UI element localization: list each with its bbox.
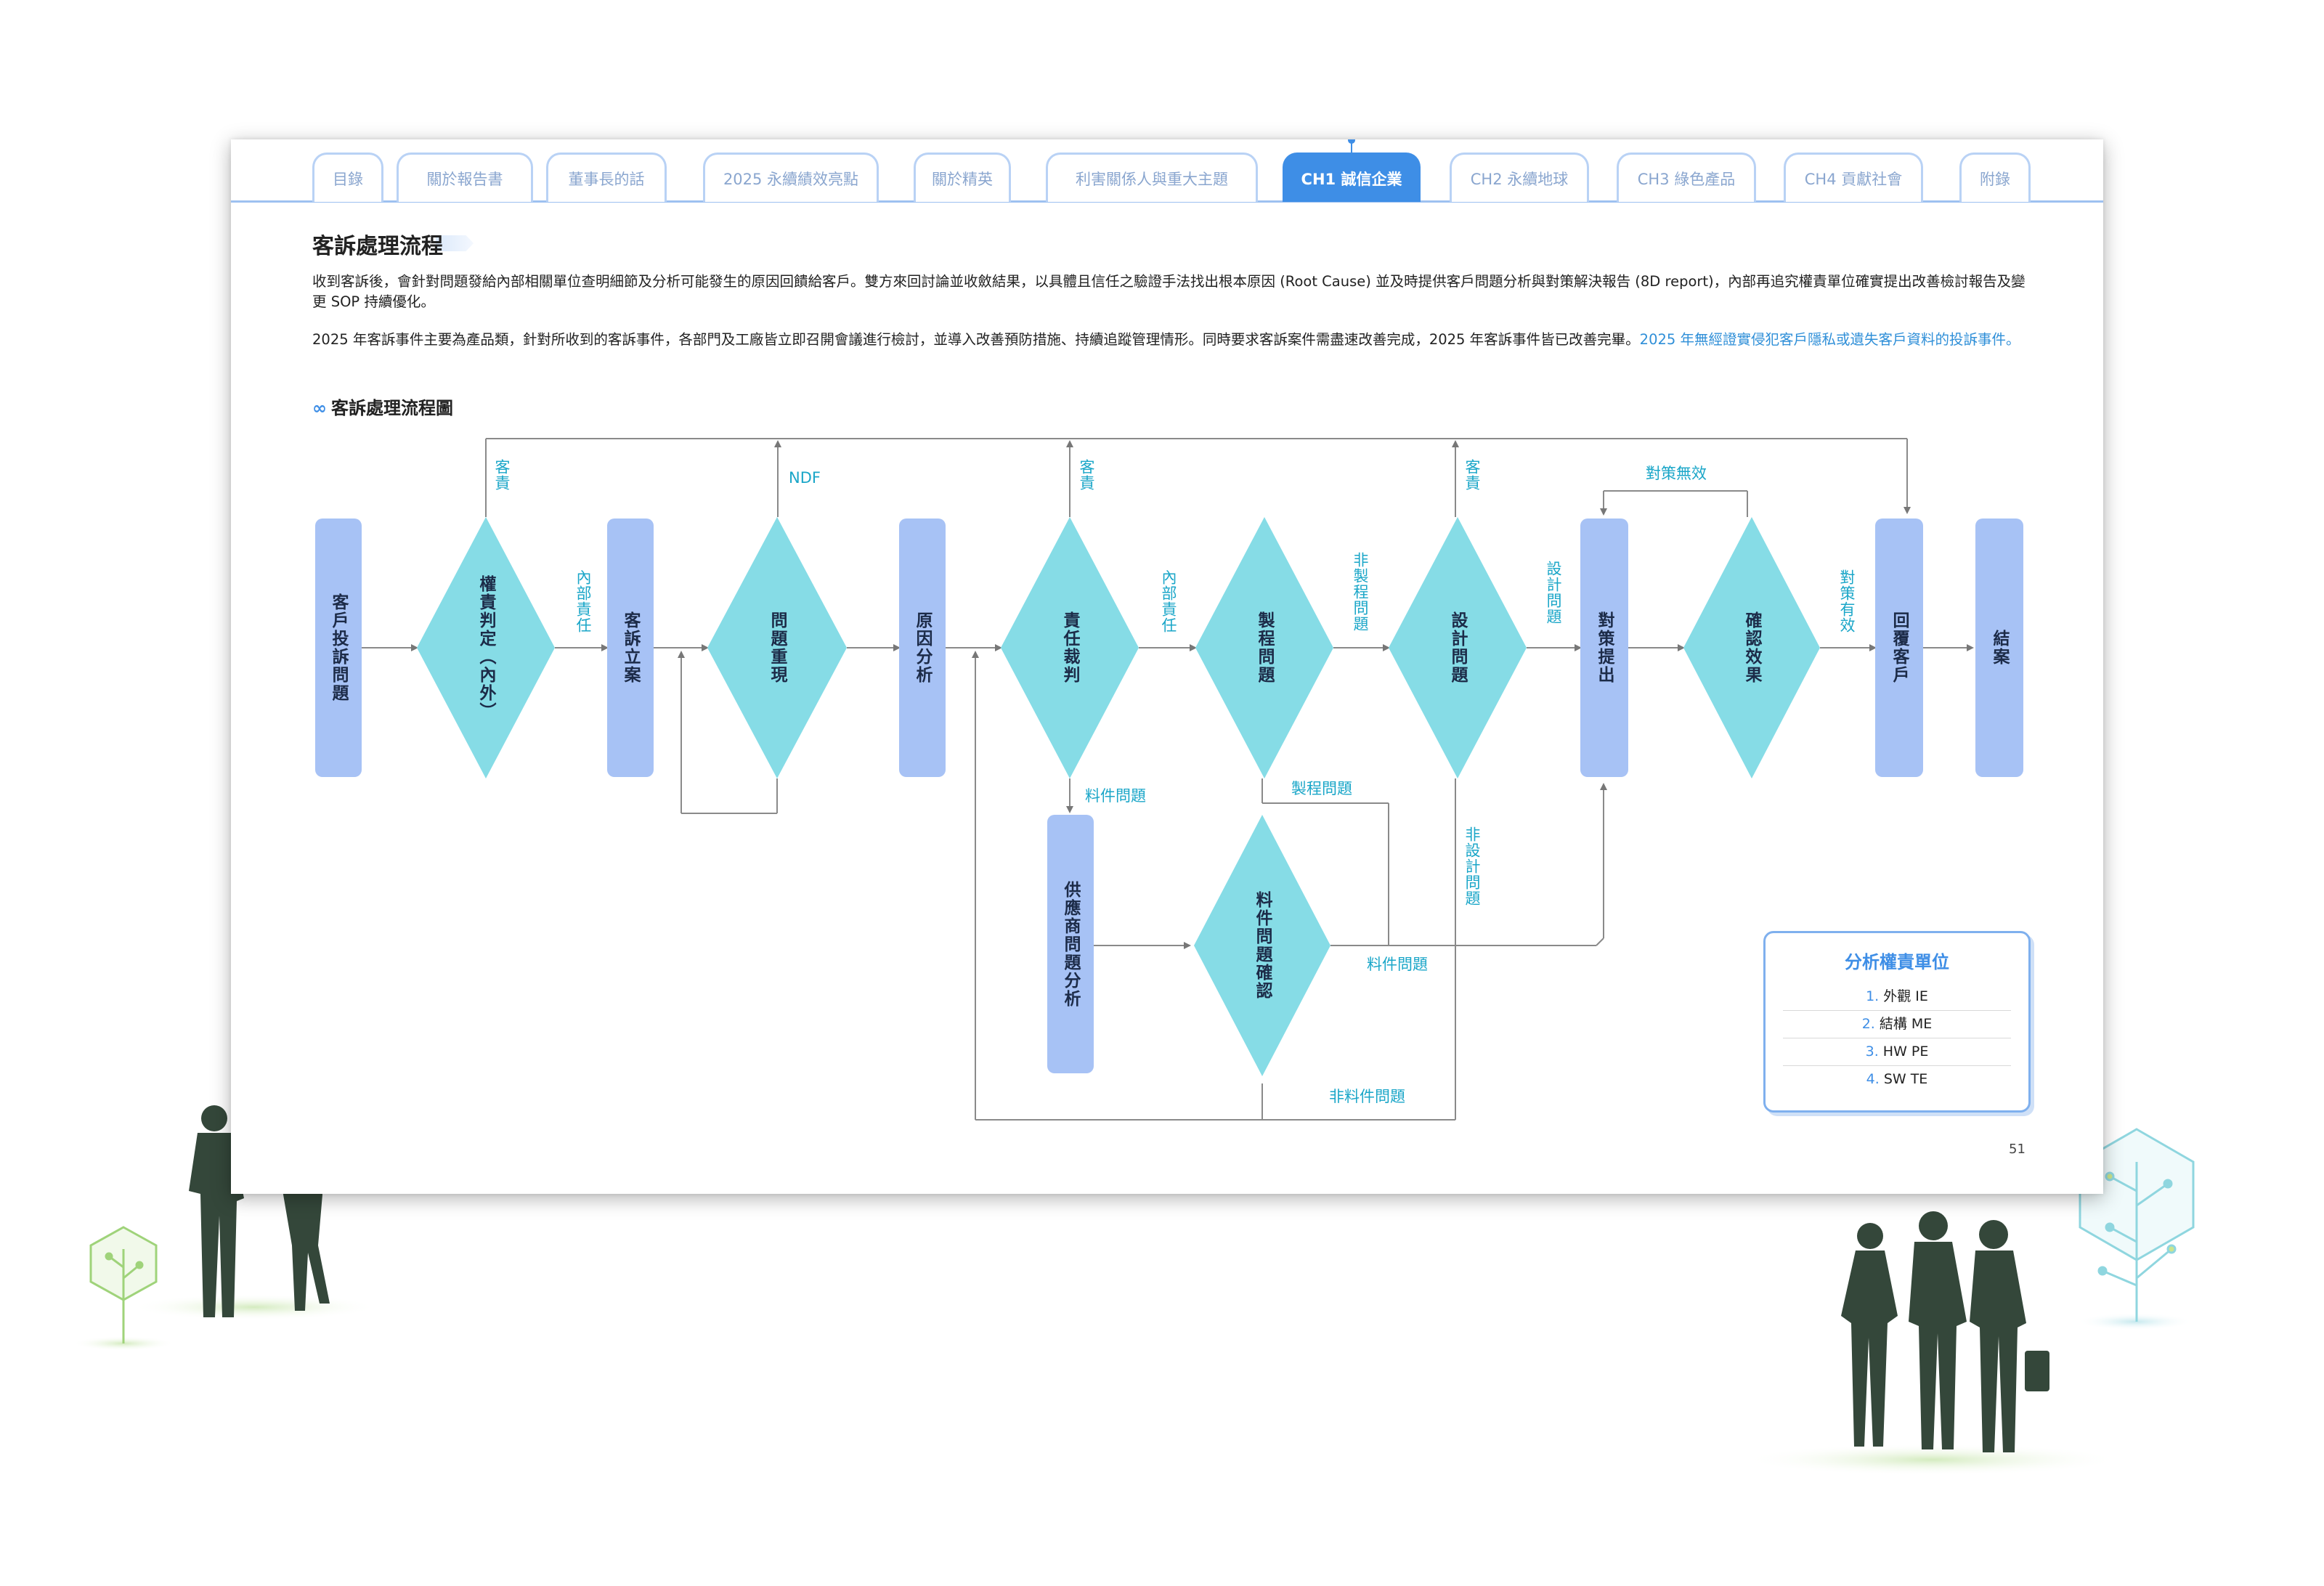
responsibility-legend: 分析權責單位 1. 外觀 IE 2. 結構 ME 3. HW PE 4. SW TE [1763,931,2031,1113]
legend-item: 3. HW PE [1783,1038,2011,1066]
legend-item-number: 3. [1865,1044,1879,1060]
box-countermeasure: 對策提出 [1580,518,1628,777]
label-design-issue: 設計問題 [1448,611,1467,684]
label-effective: 對策有效 [1838,569,1856,633]
box-case-filing: 客訴立案 [607,518,654,777]
label-design-problem: 設計問題 [1545,561,1562,625]
label-customer-resp-2: 客責 [1078,459,1095,491]
label-non-design: 非設計問題 [1463,826,1481,906]
label-process-issue: 製程問題 [1255,611,1274,684]
label-material-confirm: 料件問題確認 [1253,891,1272,1000]
legend-item-number: 2. [1861,1016,1875,1032]
label-responsibility: 權責判定（內外） [476,575,495,720]
tree-icon-left [89,1226,158,1343]
label-material-issue-2: 料件問題 [1367,956,1428,973]
label-material-issue: 料件問題 [1085,787,1146,805]
legend-item-number: 1. [1866,988,1880,1004]
legend-item-label: 外觀 IE [1883,988,1928,1004]
label-ineffective: 對策無效 [1646,465,1707,482]
label-ndf: NDF [789,469,821,487]
label-process-problem: 製程問題 [1291,780,1352,797]
label-reproduce: 問題重現 [768,611,787,684]
label-customer-resp-3: 客責 [1463,459,1481,491]
label-internal-resp-1: 內部責任 [574,569,592,633]
label-non-material: 非料件問題 [1329,1088,1405,1105]
label-customer-resp-1: 客責 [493,459,511,491]
label-internal-resp-2: 內部責任 [1160,569,1177,633]
box-supplier-analysis: 供應商問題分析 [1047,815,1094,1073]
box-customer-complaint: 客戶投訴問題 [315,518,362,777]
legend-title: 分析權責單位 [1845,952,1949,972]
label-verify-effect: 確認效果 [1742,611,1761,684]
ground-glow [131,1294,378,1320]
page-number: 51 [2009,1142,2026,1157]
legend-item: 2. 結構 ME [1783,1010,2011,1038]
label-non-process: 非製程問題 [1352,552,1369,632]
box-reply-customer: 回覆客戶 [1875,518,1923,777]
legend-item: 1. 外觀 IE [1783,983,2011,1011]
label-judgement: 責任裁判 [1060,611,1079,684]
legend-item-label: 結構 ME [1879,1016,1933,1032]
legend-item-number: 4. [1866,1071,1880,1087]
legend-item-label: SW TE [1883,1071,1928,1087]
report-page: 目錄 關於報告書 董事長的話 2025 永續績效亮點 關於精英 利害關係人與重大… [231,139,2103,1194]
box-close: 結案 [1975,518,2023,777]
box-root-cause: 原因分析 [899,518,946,777]
legend-item-label: HW PE [1882,1044,1929,1060]
legend-item: 4. SW TE [1783,1065,2011,1093]
business-people-silhouette [1841,1211,2049,1452]
